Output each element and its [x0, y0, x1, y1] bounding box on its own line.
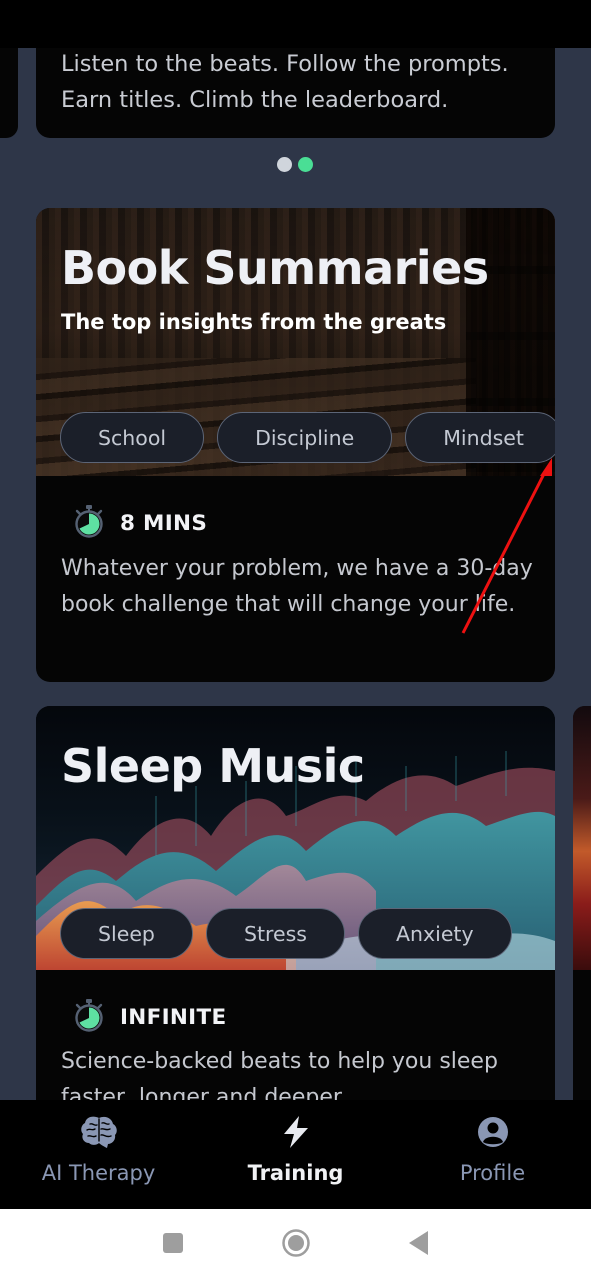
carousel-dot-2-active[interactable]: [298, 157, 313, 172]
nav-label: Training: [247, 1161, 344, 1185]
stopwatch-icon: [72, 504, 106, 542]
nav-training[interactable]: Training: [197, 1100, 394, 1209]
profile-icon: [475, 1114, 511, 1154]
sleep-music-card[interactable]: Sleep Music Sleep Stress Anxiety INFINIT…: [36, 706, 555, 1100]
training-screen: Listen to the beats. Follow the prompts.…: [0, 0, 591, 1100]
tag-anxiety[interactable]: Anxiety: [357, 908, 512, 959]
lightning-icon: [278, 1114, 314, 1154]
card-subtitle: The top insights from the greats: [61, 310, 447, 334]
book-summaries-image: Book Summaries The top insights from the…: [36, 208, 555, 476]
card-description: Whatever your problem, we have a 30-day …: [61, 556, 533, 617]
carousel-text: Listen to the beats. Follow the prompts.…: [61, 51, 509, 113]
next-card-peek[interactable]: [573, 706, 591, 1100]
duration-label: 8 MINS: [120, 510, 208, 536]
tag-list: School Discipline Mindset: [60, 412, 555, 463]
tag-list: Sleep Stress Anxiety: [60, 908, 512, 959]
carousel-pagination: [277, 157, 313, 172]
nav-profile[interactable]: Profile: [394, 1100, 591, 1209]
sleep-music-image: Sleep Music Sleep Stress Anxiety: [36, 706, 555, 970]
card-description: Science-backed beats to help you sleep f…: [61, 1049, 498, 1100]
bottom-nav: AI Therapy Training Profile: [0, 1100, 591, 1209]
card-title: Book Summaries: [61, 241, 489, 295]
back-button[interactable]: [407, 1230, 431, 1260]
duration-row: 8 MINS: [72, 504, 207, 542]
card-title: Sleep Music: [61, 739, 365, 793]
tag-stress[interactable]: Stress: [205, 908, 345, 959]
tag-sleep[interactable]: Sleep: [60, 908, 193, 959]
home-button[interactable]: [281, 1228, 311, 1262]
tag-mindset[interactable]: Mindset: [405, 412, 555, 463]
stopwatch-icon: [72, 998, 106, 1036]
recents-button[interactable]: [161, 1231, 185, 1259]
system-navigation-bar: [0, 1209, 591, 1280]
carousel-dot-1[interactable]: [277, 157, 292, 172]
nav-ai-therapy[interactable]: AI Therapy: [0, 1100, 197, 1209]
nav-label: Profile: [459, 1161, 526, 1185]
duration-label: INFINITE: [120, 1004, 227, 1030]
tag-discipline[interactable]: Discipline: [217, 412, 393, 463]
status-bar: [0, 0, 591, 48]
tag-school[interactable]: School: [60, 412, 205, 463]
book-summaries-card[interactable]: Book Summaries The top insights from the…: [36, 208, 555, 682]
brain-icon: [79, 1114, 119, 1154]
duration-row: INFINITE: [72, 998, 226, 1036]
nav-label: AI Therapy: [41, 1161, 156, 1185]
